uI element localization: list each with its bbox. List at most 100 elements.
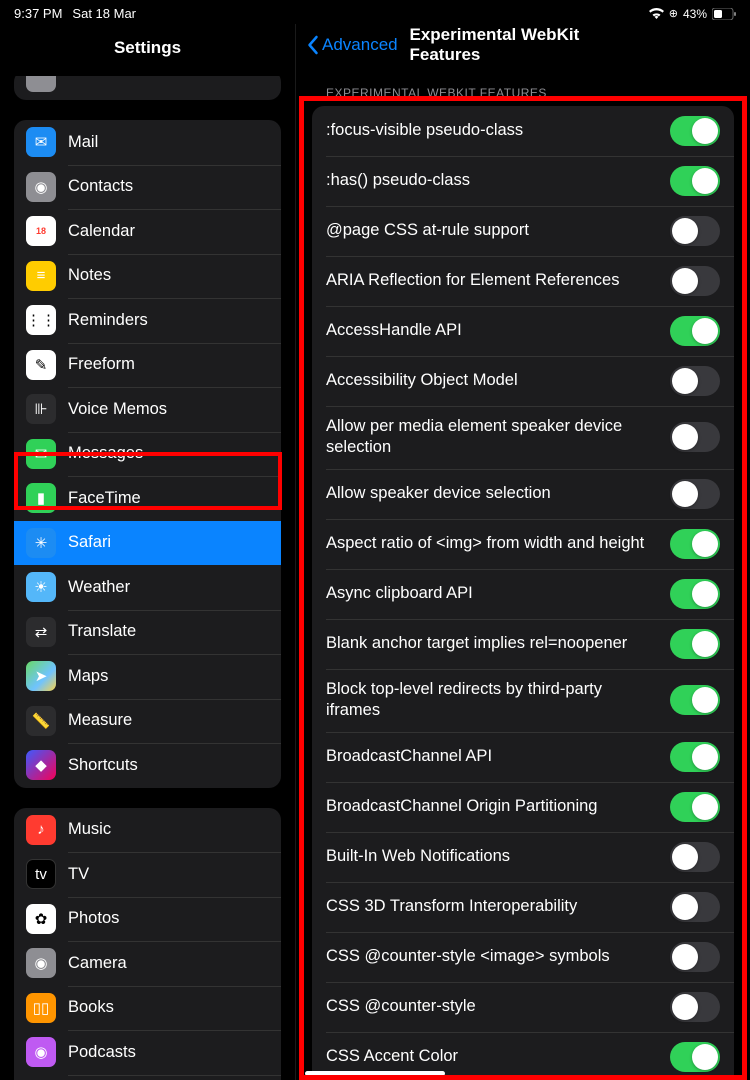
status-bar: 9:37 PM Sat 18 Mar ⊕ 43% bbox=[0, 0, 750, 24]
Music-icon: ♪ bbox=[26, 815, 56, 845]
FaceTime-icon: ▮ bbox=[26, 483, 56, 513]
sidebar-item-tv[interactable]: tvTV bbox=[14, 852, 281, 897]
sidebar-item-podcasts[interactable]: ◉Podcasts bbox=[14, 1030, 281, 1075]
home-indicator[interactable] bbox=[305, 1071, 445, 1076]
feature-label: BroadcastChannel API bbox=[326, 746, 506, 767]
feature-toggle[interactable] bbox=[670, 1042, 720, 1072]
TV-icon: tv bbox=[26, 859, 56, 889]
feature-label: ARIA Reflection for Element References bbox=[326, 270, 633, 291]
sidebar-item-freeform[interactable]: ✎Freeform bbox=[14, 343, 281, 388]
feature-label: CSS @counter-style <image> symbols bbox=[326, 946, 624, 967]
feature-toggle[interactable] bbox=[670, 266, 720, 296]
feature-label: Allow per media element speaker device s… bbox=[326, 416, 670, 459]
feature-row: :focus-visible pseudo-class bbox=[312, 106, 734, 156]
feature-toggle[interactable] bbox=[670, 792, 720, 822]
feature-toggle[interactable] bbox=[670, 166, 720, 196]
back-button[interactable]: Advanced bbox=[306, 35, 398, 55]
feature-toggle[interactable] bbox=[670, 316, 720, 346]
feature-row: Aspect ratio of <img> from width and hei… bbox=[312, 519, 734, 569]
Notes-icon: ≡ bbox=[26, 261, 56, 291]
nav-bar: Advanced Experimental WebKit Features bbox=[296, 24, 750, 66]
feature-toggle[interactable] bbox=[670, 685, 720, 715]
sidebar-item-measure[interactable]: 📏Measure bbox=[14, 699, 281, 744]
Translate-icon: ⇄ bbox=[26, 617, 56, 647]
Messages-icon: ✉ bbox=[26, 439, 56, 469]
feature-toggle[interactable] bbox=[670, 579, 720, 609]
status-date: Sat 18 Mar bbox=[72, 6, 136, 21]
feature-row: Block top-level redirects by third-party… bbox=[312, 669, 734, 732]
orientation-lock-icon: ⊕ bbox=[669, 7, 678, 20]
sidebar-item-weather[interactable]: ☀Weather bbox=[14, 565, 281, 610]
feature-label: BroadcastChannel Origin Partitioning bbox=[326, 796, 612, 817]
sidebar-item-facetime[interactable]: ▮ FaceTime bbox=[14, 476, 281, 521]
feature-label: CSS Accent Color bbox=[326, 1046, 472, 1067]
wifi-icon bbox=[649, 8, 664, 19]
sidebar-item-translate[interactable]: ⇄Translate bbox=[14, 610, 281, 655]
sidebar-item-photos[interactable]: ✿Photos bbox=[14, 897, 281, 942]
feature-label: Accessibility Object Model bbox=[326, 370, 532, 391]
Measure-icon: 📏 bbox=[26, 706, 56, 736]
feature-toggle[interactable] bbox=[670, 742, 720, 772]
feature-row: CSS 3D Transform Interoperability bbox=[312, 882, 734, 932]
sidebar-item-reminders[interactable]: ⋮⋮Reminders bbox=[14, 298, 281, 343]
sidebar-item-music[interactable]: ♪Music bbox=[14, 808, 281, 853]
feature-toggle[interactable] bbox=[670, 529, 720, 559]
battery-icon bbox=[712, 8, 736, 20]
feature-toggle[interactable] bbox=[670, 366, 720, 396]
sidebar-item-books[interactable]: ▯▯Books bbox=[14, 986, 281, 1031]
feature-row: :has() pseudo-class bbox=[312, 156, 734, 206]
sidebar-item-unknown[interactable] bbox=[14, 76, 281, 100]
feature-row: Built-In Web Notifications bbox=[312, 832, 734, 882]
feature-label: :focus-visible pseudo-class bbox=[326, 120, 537, 141]
sidebar-item-label: Voice Memos bbox=[68, 400, 167, 419]
sidebar-item-voice-memos[interactable]: ⊪Voice Memos bbox=[14, 387, 281, 432]
app-icon bbox=[26, 76, 56, 92]
feature-toggle[interactable] bbox=[670, 479, 720, 509]
feature-toggle[interactable] bbox=[670, 842, 720, 872]
feature-toggle[interactable] bbox=[670, 116, 720, 146]
status-time: 9:37 PM bbox=[14, 6, 62, 21]
feature-row: Allow per media element speaker device s… bbox=[312, 406, 734, 469]
sidebar-item-label: Messages bbox=[68, 444, 143, 463]
sidebar-title: Settings bbox=[0, 24, 295, 76]
feature-toggle[interactable] bbox=[670, 422, 720, 452]
sidebar-item-label: Safari bbox=[68, 533, 111, 552]
sidebar-item-label: Calendar bbox=[68, 222, 135, 241]
sidebar-item-label: Freeform bbox=[68, 355, 135, 374]
sidebar-item-game-center[interactable]: ◔Game Center bbox=[14, 1075, 281, 1080]
feature-toggle[interactable] bbox=[670, 892, 720, 922]
Weather-icon: ☀ bbox=[26, 572, 56, 602]
feature-toggle[interactable] bbox=[670, 942, 720, 972]
feature-label: Allow speaker device selection bbox=[326, 483, 565, 504]
feature-label: Async clipboard API bbox=[326, 583, 487, 604]
feature-toggle[interactable] bbox=[670, 216, 720, 246]
sidebar-item-camera[interactable]: ◉ Camera bbox=[14, 941, 281, 986]
sidebar-item-label: FaceTime bbox=[68, 489, 141, 508]
feature-row: Async clipboard API bbox=[312, 569, 734, 619]
main-panel: Advanced Experimental WebKit Features EX… bbox=[296, 24, 750, 1080]
sidebar-item-safari[interactable]: ✳Safari bbox=[14, 521, 281, 566]
back-label: Advanced bbox=[322, 35, 398, 55]
Maps-icon: ➤ bbox=[26, 661, 56, 691]
sidebar-item-contacts[interactable]: ◉Contacts bbox=[14, 165, 281, 210]
feature-row: AccessHandle API bbox=[312, 306, 734, 356]
sidebar-item-label: Mail bbox=[68, 133, 98, 152]
Reminders-icon: ⋮⋮ bbox=[26, 305, 56, 335]
feature-row: Allow speaker device selection bbox=[312, 469, 734, 519]
feature-label: AccessHandle API bbox=[326, 320, 476, 341]
feature-toggle[interactable] bbox=[670, 992, 720, 1022]
feature-toggle[interactable] bbox=[670, 629, 720, 659]
Calendar-icon: 18 bbox=[26, 216, 56, 246]
sidebar-item-label: Notes bbox=[68, 266, 111, 285]
sidebar-item-label: Photos bbox=[68, 909, 119, 928]
sidebar-item-messages[interactable]: ✉ Messages bbox=[14, 432, 281, 477]
sidebar-item-maps[interactable]: ➤Maps bbox=[14, 654, 281, 699]
sidebar-item-mail[interactable]: ✉Mail bbox=[14, 120, 281, 165]
sidebar-item-shortcuts[interactable]: ◆Shortcuts bbox=[14, 743, 281, 788]
sidebar-item-label: Camera bbox=[68, 954, 127, 973]
section-header: EXPERIMENTAL WEBKIT FEATURES bbox=[312, 66, 734, 106]
sidebar-item-calendar[interactable]: 18 Calendar bbox=[14, 209, 281, 254]
feature-label: :has() pseudo-class bbox=[326, 170, 484, 191]
sidebar-item-notes[interactable]: ≡ Notes bbox=[14, 254, 281, 299]
Camera-icon: ◉ bbox=[26, 948, 56, 978]
